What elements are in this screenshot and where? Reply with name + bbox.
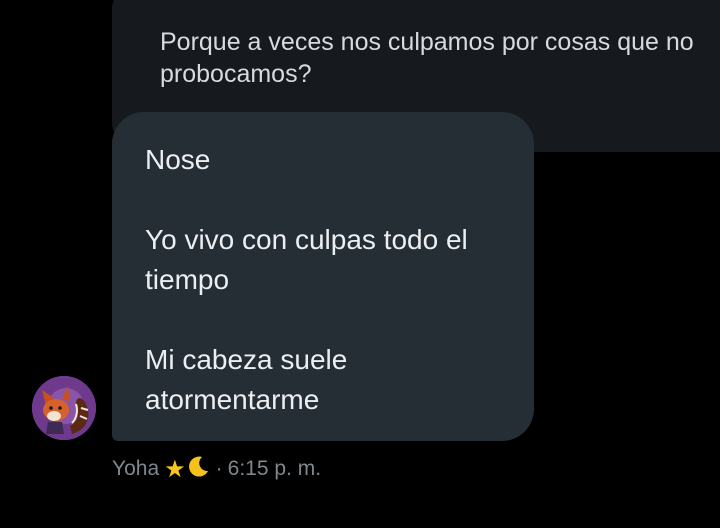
quoted-message-line-1: Porque a veces nos culpamos por cosas qu… [160, 28, 694, 56]
avatar[interactable] [32, 376, 96, 440]
star-icon: ★ [164, 455, 186, 483]
message-paragraph-3: Mi cabeza suele atormentarme [145, 344, 348, 415]
meta-separator: · [215, 457, 223, 480]
quoted-message-line-2: probocamos? [160, 60, 312, 88]
message-paragraph-1: Nose [145, 144, 211, 175]
fox-avatar-icon [32, 376, 96, 440]
message-timestamp: 6:15 p. m. [227, 457, 322, 480]
message-paragraph-2: Yo vivo con culpas todo el tiempo [145, 224, 468, 295]
message-bubble[interactable]: Nose Yo vivo con culpas todo el tiempo M… [112, 112, 534, 441]
message-meta: Yoha ★ · 6:15 p. m. [112, 454, 321, 484]
sender-name[interactable]: Yoha [112, 457, 159, 481]
crescent-moon-icon [188, 455, 210, 483]
dm-conversation: Porque a veces nos culpamos por cosas qu… [0, 0, 720, 528]
